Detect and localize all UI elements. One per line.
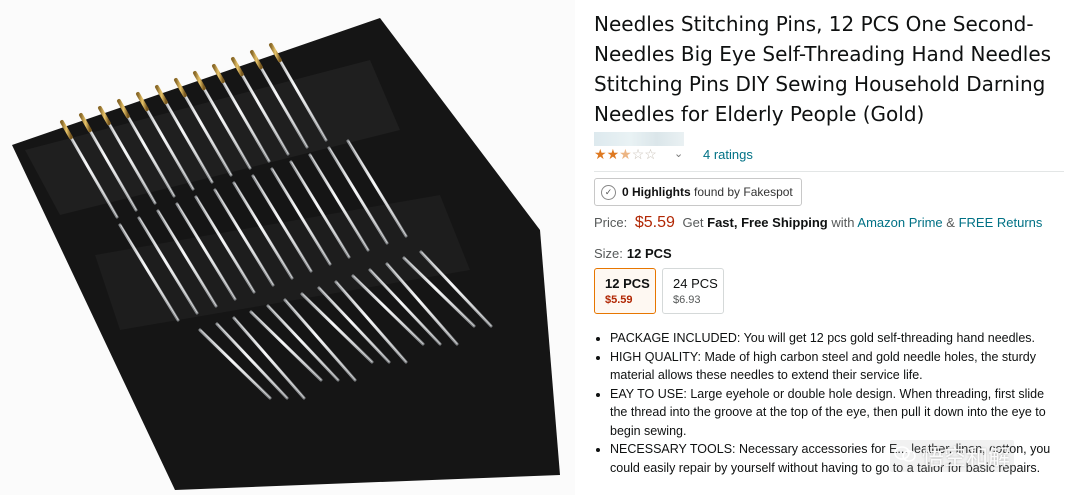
needles-photo <box>12 18 560 490</box>
watermark: 悟空和解 <box>890 440 1015 472</box>
half-star-icon: ★ <box>619 146 632 162</box>
product-title: Needles Stitching Pins, 12 PCS One Secon… <box>594 12 1052 126</box>
feature-bullet: EAY TO USE: Large eyehole or double hole… <box>610 385 1064 441</box>
amp-text: & <box>946 215 955 230</box>
fakespot-highlights-count: 0 Highlights <box>622 185 691 199</box>
price-row: Price: $5.59 Get Fast, Free Shipping wit… <box>594 214 1042 232</box>
product-image[interactable] <box>0 0 575 495</box>
fakespot-badge[interactable]: ✓ 0 Highlights found by Fakespot <box>594 178 802 206</box>
size-option-name: 24 PCS <box>673 276 718 291</box>
amazon-prime-link[interactable]: Amazon Prime <box>857 215 942 230</box>
ratings-count-link[interactable]: 4 ratings <box>703 147 753 162</box>
ratings-row: ★★★☆☆ ⌄ 4 ratings <box>594 146 1064 172</box>
price-value: $5.59 <box>634 214 675 231</box>
wechat-icon <box>894 443 916 469</box>
free-returns-link[interactable]: FREE Returns <box>959 215 1043 230</box>
with-text: with <box>831 215 855 230</box>
size-label: Size: <box>594 246 623 261</box>
selected-size: 12 PCS <box>626 246 672 261</box>
chevron-down-icon[interactable]: ⌄ <box>674 146 683 162</box>
star-icon: ★ <box>606 146 620 162</box>
star-rating[interactable]: ★★★☆☆ <box>594 146 657 162</box>
size-options: 12 PCS $5.59 24 PCS $6.93 <box>594 268 724 314</box>
size-option-12-pcs[interactable]: 12 PCS $5.59 <box>594 268 656 314</box>
size-option-24-pcs[interactable]: 24 PCS $6.93 <box>662 268 724 314</box>
feature-bullet: HIGH QUALITY: Made of high carbon steel … <box>610 348 1064 385</box>
star-icon: ★ <box>594 146 607 162</box>
feature-bullet: PACKAGE INCLUDED: You will get 12 pcs go… <box>610 329 1064 348</box>
store-link-blurred[interactable] <box>594 132 684 146</box>
price-label: Price: <box>594 215 628 230</box>
size-row: Size: 12 PCS <box>594 246 672 261</box>
empty-star-icon: ☆ <box>644 146 657 162</box>
get-text: Get <box>682 215 704 230</box>
check-circle-icon: ✓ <box>601 184 616 200</box>
watermark-text: 悟空和解 <box>922 445 1011 470</box>
size-option-price: $5.59 <box>605 294 633 306</box>
divider <box>594 171 1064 172</box>
empty-star-icon: ☆ <box>631 146 645 162</box>
product-detail-pane: Needles Stitching Pins, 12 PCS One Secon… <box>594 0 1064 495</box>
size-option-price: $6.93 <box>673 294 701 306</box>
size-option-name: 12 PCS <box>605 276 650 291</box>
fakespot-suffix: found by Fakespot <box>694 185 793 199</box>
shipping-text: Fast, Free Shipping <box>707 215 828 230</box>
